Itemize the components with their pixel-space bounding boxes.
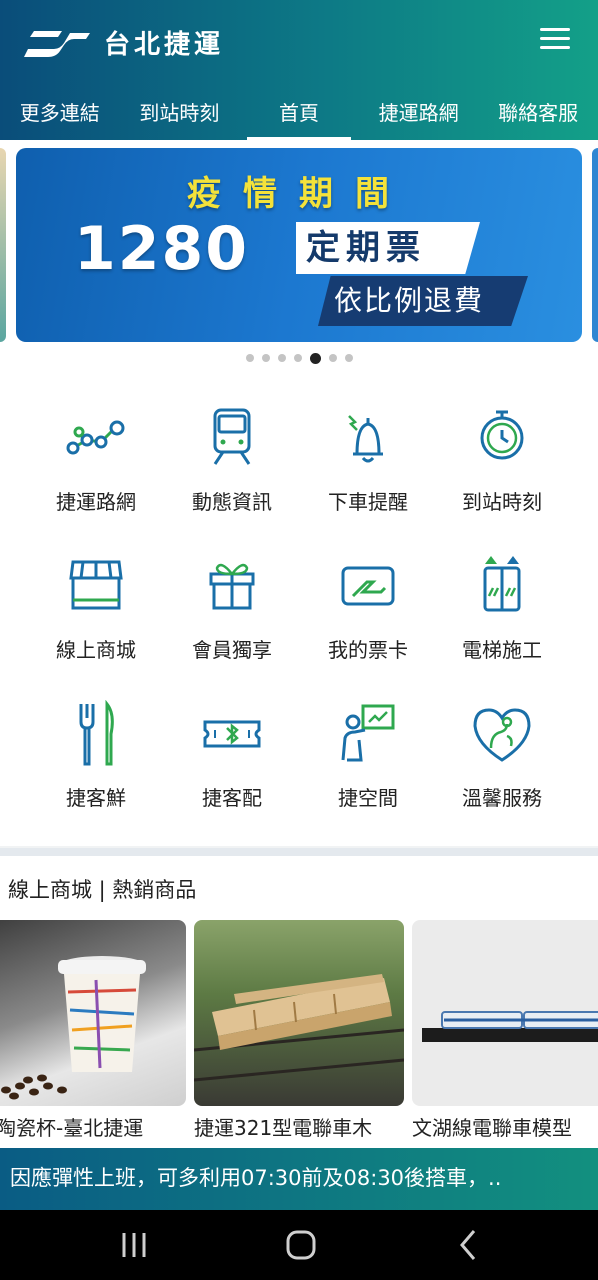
system-nav-bar	[0, 1210, 598, 1280]
banner-next-peek[interactable]	[592, 148, 598, 342]
hot-products-section: 線上商城 | 熱銷商品 陶瓷杯-臺北捷運 捷運321型電聯車木 文湖線電聯車模型	[0, 856, 598, 1148]
home-icon[interactable]	[283, 1227, 319, 1263]
banner-previous-peek[interactable]	[0, 148, 6, 342]
shortcut-label: 捷運路網	[56, 490, 136, 514]
tab-arrival-times[interactable]: 到站時刻	[120, 90, 240, 138]
product-name: 捷運321型電聯車木	[194, 1116, 373, 1140]
ticket-card-icon	[341, 566, 395, 606]
route-map-icon	[66, 420, 125, 455]
shop-icon	[69, 560, 123, 610]
product-name: 層陶瓷杯-臺北捷運	[0, 1116, 144, 1140]
train-model-illustration	[422, 1011, 598, 1042]
carousel-dot-active[interactable]	[309, 352, 321, 364]
elevator-icon	[483, 556, 521, 612]
heart-care-icon	[473, 708, 531, 762]
product-image	[0, 920, 186, 1106]
hamburger-menu-icon[interactable]	[540, 28, 570, 52]
ceramic-cup-illustration	[1, 956, 146, 1100]
product-image	[194, 920, 404, 1106]
product-card[interactable]: 捷運321型電聯車木	[194, 920, 404, 1141]
banner-title: 疫情期間	[187, 174, 411, 214]
product-card[interactable]: 層陶瓷杯-臺北捷運	[0, 920, 186, 1141]
shortcut-my-card[interactable]: 我的票卡	[300, 552, 436, 682]
banner-carousel: 疫情期間 1280 定期票 依比例退費	[0, 140, 598, 376]
train-icon	[213, 408, 251, 465]
shortcut-label: 下車提醒	[328, 490, 408, 514]
carousel-dot[interactable]	[245, 354, 254, 362]
carousel-dot[interactable]	[328, 354, 337, 362]
tab-home[interactable]: 首頁	[239, 90, 359, 140]
shortcut-label: 捷空間	[338, 786, 398, 810]
carousel-dot[interactable]	[277, 354, 286, 362]
app-logo[interactable]: 台北捷運	[24, 22, 224, 62]
shortcut-label: 線上商城	[56, 638, 136, 662]
shortcut-label: 動態資訊	[192, 490, 272, 514]
bell-icon	[348, 415, 383, 463]
banner-subtitle: 依比例退費	[318, 276, 528, 326]
carousel-indicator	[0, 352, 598, 364]
shortcut-arrival-times[interactable]: 到站時刻	[434, 404, 570, 534]
bluetooth-ticket-icon	[203, 720, 261, 748]
presentation-icon	[341, 704, 395, 762]
shortcut-online-shop[interactable]: 線上商城	[28, 552, 164, 682]
shortcut-space[interactable]: 捷空間	[300, 700, 436, 830]
recent-apps-icon[interactable]	[116, 1227, 152, 1263]
announcement-marquee[interactable]: 因應彈性上班，可多利用07:30前及08:30後搭車，..	[0, 1148, 598, 1210]
section-title: 線上商城 | 熱銷商品	[8, 878, 197, 902]
app-title: 台北捷運	[104, 29, 225, 60]
wooden-train-illustration	[194, 974, 404, 1082]
section-divider	[0, 848, 598, 856]
shortcut-label: 到站時刻	[462, 490, 542, 514]
shortcut-member-exclusive[interactable]: 會員獨享	[164, 552, 300, 682]
shortcut-delivery[interactable]: 捷客配	[164, 700, 300, 830]
shortcut-label: 電梯施工	[462, 638, 542, 662]
product-card[interactable]: 文湖線電聯車模型	[412, 920, 598, 1141]
shortcut-label: 我的票卡	[328, 638, 408, 662]
shortcut-live-info[interactable]: 動態資訊	[164, 404, 300, 534]
tab-more-links[interactable]: 更多連結	[0, 90, 120, 138]
fork-knife-icon	[79, 700, 114, 766]
stopwatch-icon	[480, 410, 524, 460]
shortcut-elevator-works[interactable]: 電梯施工	[434, 552, 570, 682]
product-image	[412, 920, 598, 1106]
shortcut-grid: 捷運路網 動態資訊 下車提醒 到站時刻 線上商城 會員獨享 我的票卡 電梯施工 …	[0, 376, 598, 846]
tab-bar: 更多連結 到站時刻 首頁 捷運路網 聯絡客服	[0, 90, 598, 140]
banner-slide[interactable]: 疫情期間 1280 定期票 依比例退費	[16, 148, 582, 342]
back-icon[interactable]	[450, 1227, 486, 1263]
shortcut-alight-reminder[interactable]: 下車提醒	[300, 404, 436, 534]
product-name: 文湖線電聯車模型	[412, 1116, 572, 1140]
tab-customer-service[interactable]: 聯絡客服	[478, 90, 598, 138]
shortcut-label: 捷客配	[202, 786, 262, 810]
shortcut-label: 會員獨享	[192, 638, 272, 662]
app-header: 台北捷運 更多連結 到站時刻 首頁 捷運路網 聯絡客服	[0, 0, 598, 140]
shortcut-network-map[interactable]: 捷運路網	[28, 404, 164, 534]
banner-tag: 定期票	[296, 222, 480, 274]
shortcut-label: 捷客鮮	[66, 786, 126, 810]
carousel-dot[interactable]	[344, 354, 353, 362]
tab-network-map[interactable]: 捷運路網	[359, 90, 479, 138]
carousel-dot[interactable]	[261, 354, 270, 362]
shortcut-caring-service[interactable]: 溫馨服務	[434, 700, 570, 830]
shortcut-label: 溫馨服務	[462, 786, 542, 810]
gift-icon	[209, 563, 255, 610]
banner-number: 1280	[74, 214, 249, 284]
metro-logo-icon	[24, 31, 90, 57]
carousel-dot[interactable]	[293, 354, 302, 362]
shortcut-fresh-food[interactable]: 捷客鮮	[28, 700, 164, 830]
